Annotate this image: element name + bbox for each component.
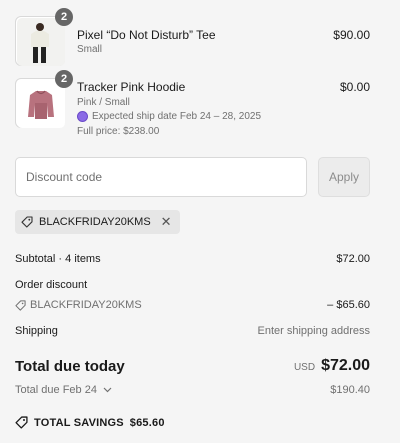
total-savings: TOTAL SAVINGS $65.60 <box>15 416 165 429</box>
shipping-value: Enter shipping address <box>257 325 370 337</box>
ship-status-dot-icon <box>77 111 88 122</box>
currency-code: USD <box>293 362 316 373</box>
order-discount-label: Order discount <box>15 279 88 291</box>
quantity-badge: 2 <box>55 70 73 88</box>
subtotal-row: Subtotal · 4 items $72.00 <box>15 253 370 265</box>
total-due-label: Total due today <box>15 358 125 375</box>
apply-discount-button[interactable]: Apply <box>318 157 370 197</box>
product-name: Tracker Pink Hoodie <box>77 80 186 94</box>
product-thumbnail: 2 <box>15 70 73 128</box>
chevron-down-icon <box>103 387 112 393</box>
product-thumbnail: 2 <box>15 8 73 66</box>
due-later-toggle[interactable]: Total due Feb 24 <box>15 384 112 396</box>
tag-icon <box>15 299 26 311</box>
order-discount-row: Order discount <box>15 279 370 291</box>
ship-date-note: Expected ship date Feb 24 – 28, 2025 <box>77 111 261 122</box>
quantity-badge: 2 <box>55 8 73 26</box>
product-variant: Pink / Small <box>77 97 130 108</box>
order-discount-code-line: BLACKFRIDAY20KMS <box>15 299 370 311</box>
product-price: $0.00 <box>339 80 370 94</box>
total-due-value: USD $72.00 <box>294 357 370 375</box>
tag-icon <box>21 216 33 228</box>
due-later-value: $190.40 <box>330 384 370 396</box>
order-discount-code: BLACKFRIDAY20KMS <box>30 299 142 311</box>
due-later-label: Total due Feb 24 <box>15 384 97 396</box>
subtotal-value: $72.00 <box>336 253 370 265</box>
applied-discount-chip: BLACKFRIDAY20KMS ✕ <box>15 210 180 234</box>
shipping-row: Shipping Enter shipping address <box>15 325 370 337</box>
tag-icon <box>15 416 28 429</box>
order-discount-value: – $65.60 <box>327 299 370 311</box>
subtotal-label: Subtotal · 4 items <box>15 253 101 265</box>
total-amount: $72.00 <box>321 357 370 374</box>
full-price-note: Full price: $238.00 <box>77 126 160 137</box>
ship-date-text: Expected ship date Feb 24 – 28, 2025 <box>92 111 262 122</box>
remove-discount-icon[interactable]: ✕ <box>161 214 172 230</box>
shipping-label: Shipping <box>15 325 58 337</box>
savings-label: TOTAL SAVINGS <box>34 416 124 429</box>
discount-code-input[interactable] <box>15 157 307 197</box>
product-price: $90.00 <box>333 28 370 42</box>
applied-discount-code: BLACKFRIDAY20KMS <box>39 216 151 228</box>
order-discount-code-row: BLACKFRIDAY20KMS – $65.60 <box>15 299 370 311</box>
savings-value: $65.60 <box>129 416 165 429</box>
product-variant: Small <box>77 44 103 55</box>
product-name: Pixel “Do Not Disturb” Tee <box>77 28 216 42</box>
